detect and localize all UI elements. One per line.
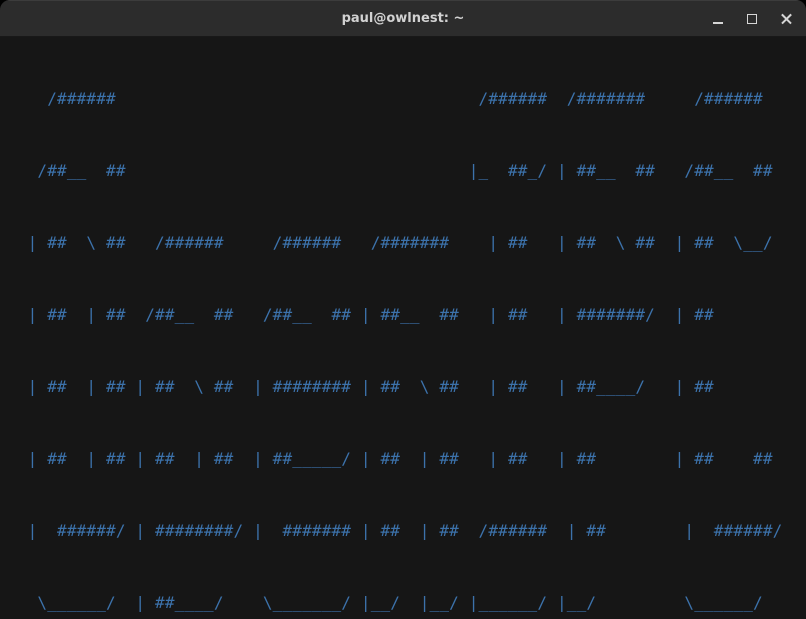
minimize-icon <box>713 22 723 24</box>
ascii-art-line: | ######/ | ########/ | ####### | ## | #… <box>8 519 806 543</box>
close-button[interactable] <box>776 9 796 29</box>
maximize-button[interactable] <box>742 9 762 29</box>
ascii-art-line: /##__ ## |_ ##_/ | ##__ ## /##__ ## <box>8 159 806 183</box>
terminal-window: paul@owlnest: ~ /###### /###### /#######… <box>0 0 806 619</box>
terminal-screen[interactable]: /###### /###### /####### /###### /##__ #… <box>0 37 806 619</box>
maximize-icon <box>747 14 757 24</box>
ascii-art-line: | ## | ## /##__ ## /##__ ## | ##__ ## | … <box>8 303 806 327</box>
ascii-art-line: | ## \ ## /###### /###### /####### | ## … <box>8 231 806 255</box>
window-title: paul@owlnest: ~ <box>342 11 465 26</box>
ascii-art-line: | ## | ## | ## \ ## | ######## | ## \ ##… <box>8 375 806 399</box>
minimize-button[interactable] <box>708 9 728 29</box>
ascii-art-line: /###### /###### /####### /###### <box>8 87 806 111</box>
ascii-art-line: | ## | ## | ## | ## | ##_____/ | ## | ##… <box>8 447 806 471</box>
ascii-art-line: \______/ | ##____/ \_______/ |__/ |__/ |… <box>8 591 806 615</box>
close-icon <box>780 12 793 25</box>
window-controls <box>708 0 796 37</box>
titlebar[interactable]: paul@owlnest: ~ <box>0 0 806 37</box>
